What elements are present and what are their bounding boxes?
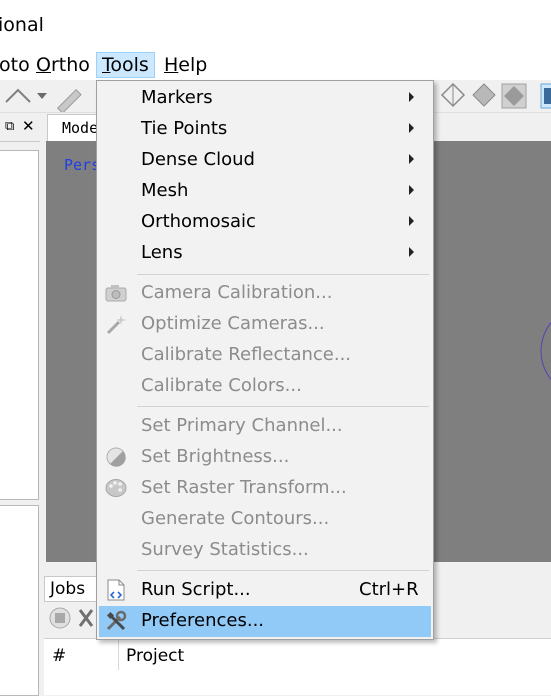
jobs-table [44, 638, 551, 695]
menu-item-label: Generate Contours... [141, 508, 330, 529]
menu-ortho[interactable]: Ortho [31, 52, 95, 78]
menu-separator [137, 406, 429, 407]
window-title: ional [0, 14, 44, 36]
workspace-panel-header: ⧉ ✕ [0, 113, 40, 142]
menu-ortho-mnemonic: O [36, 54, 51, 76]
submenu-arrow-icon [409, 247, 414, 257]
toolbar-right-icons [440, 82, 551, 109]
script-icon [107, 579, 125, 601]
menu-item-markers[interactable]: Markers [97, 83, 433, 114]
shortcut-label: Ctrl+R [359, 579, 419, 600]
tools-icon [106, 610, 127, 631]
toolbar-left-icons [5, 88, 82, 112]
close-panel-icon[interactable]: ✕ [22, 117, 35, 135]
menu-separator [137, 274, 429, 275]
menu-item-label: Mesh [141, 180, 189, 201]
column-separator [118, 640, 119, 670]
menu-item-label: Preferences... [141, 610, 265, 631]
menu-item-label: Survey Statistics... [141, 539, 309, 560]
menu-help-rest: elp [178, 54, 208, 76]
perspective-label: Pers [64, 156, 101, 174]
menu-item-mesh[interactable]: Mesh [97, 176, 433, 207]
menu-item-survey-statistics[interactable]: Survey Statistics... [97, 535, 433, 566]
menu-item-label: Calibrate Colors... [141, 375, 302, 396]
submenu-arrow-icon [409, 154, 414, 164]
menu-item-preferences[interactable]: Preferences... [99, 606, 431, 637]
camera-icon [105, 285, 127, 302]
menu-item-label: Set Primary Channel... [141, 415, 343, 436]
menu-item-set-raster-transform[interactable]: Set Raster Transform... [97, 473, 433, 504]
menu-tools[interactable]: Tools [96, 52, 155, 78]
menu-item-lens[interactable]: Lens [97, 238, 433, 269]
stop-icon[interactable] [49, 607, 71, 629]
jobs-toolbar-icons [49, 607, 94, 629]
magic-wand-icon [106, 315, 126, 335]
menu-item-label: Set Brightness... [141, 446, 290, 467]
menu-item-label: Dense Cloud [141, 149, 255, 170]
menu-item-label: Optimize Cameras... [141, 313, 325, 334]
column-header-project[interactable]: Project [126, 646, 184, 666]
ruler-tool-icon[interactable] [5, 88, 47, 103]
menu-photo[interactable]: oto [0, 52, 35, 78]
menu-item-label: Tie Points [141, 118, 228, 139]
brightness-icon [106, 447, 126, 467]
menu-item-optimize-cameras[interactable]: Optimize Cameras... [97, 309, 433, 340]
menu-item-generate-contours[interactable]: Generate Contours... [97, 504, 433, 535]
menu-ortho-rest: rtho [50, 54, 90, 76]
pyramid-textured-icon[interactable] [501, 83, 527, 109]
menu-item-set-brightness[interactable]: Set Brightness... [97, 442, 433, 473]
menu-item-calibrate-colors[interactable]: Calibrate Colors... [97, 371, 433, 402]
menu-item-label: Camera Calibration... [141, 282, 333, 303]
tools-menu-dropdown: Markers Tie Points Dense Cloud Mesh Orth… [96, 80, 434, 640]
menu-item-label: Orthomosaic [141, 211, 256, 232]
submenu-arrow-icon [409, 92, 414, 102]
menu-item-calibrate-reflectance[interactable]: Calibrate Reflectance... [97, 340, 433, 371]
workspace-panel [0, 150, 39, 500]
view-mode-icon[interactable] [540, 83, 551, 109]
submenu-arrow-icon [409, 123, 414, 133]
menu-item-run-script[interactable]: Run Script... Ctrl+R [97, 575, 433, 606]
menu-item-label: Calibrate Reflectance... [141, 344, 352, 365]
menu-item-tie-points[interactable]: Tie Points [97, 114, 433, 145]
menu-tools-rest: ools [110, 54, 149, 76]
menu-help[interactable]: Help [159, 52, 212, 78]
pyramid-solid-icon[interactable] [472, 83, 496, 107]
menu-help-mnemonic: H [164, 54, 179, 76]
column-header-number[interactable]: # [52, 646, 66, 666]
menu-item-orthomosaic[interactable]: Orthomosaic [97, 207, 433, 238]
tab-jobs[interactable]: Jobs [44, 576, 101, 602]
reference-panel [0, 505, 39, 696]
cancel-icon[interactable] [78, 609, 94, 627]
menu-item-label: Run Script... [141, 579, 251, 600]
float-panel-icon[interactable]: ⧉ [5, 119, 14, 134]
menu-item-dense-cloud[interactable]: Dense Cloud [97, 145, 433, 176]
menu-item-set-primary-channel[interactable]: Set Primary Channel... [97, 411, 433, 442]
trackball-circle [540, 321, 551, 381]
menu-separator [137, 570, 429, 571]
measure-icon[interactable] [56, 88, 82, 112]
palette-icon [105, 479, 127, 497]
submenu-arrow-icon [409, 216, 414, 226]
menu-item-label: Set Raster Transform... [141, 477, 347, 498]
title-bar: ional [0, 0, 551, 50]
menu-item-label: Markers [141, 87, 213, 108]
pyramid-outline-icon[interactable] [440, 82, 466, 108]
menu-item-label: Lens [141, 242, 183, 263]
menu-item-camera-calibration[interactable]: Camera Calibration... [97, 278, 433, 309]
submenu-arrow-icon [409, 185, 414, 195]
